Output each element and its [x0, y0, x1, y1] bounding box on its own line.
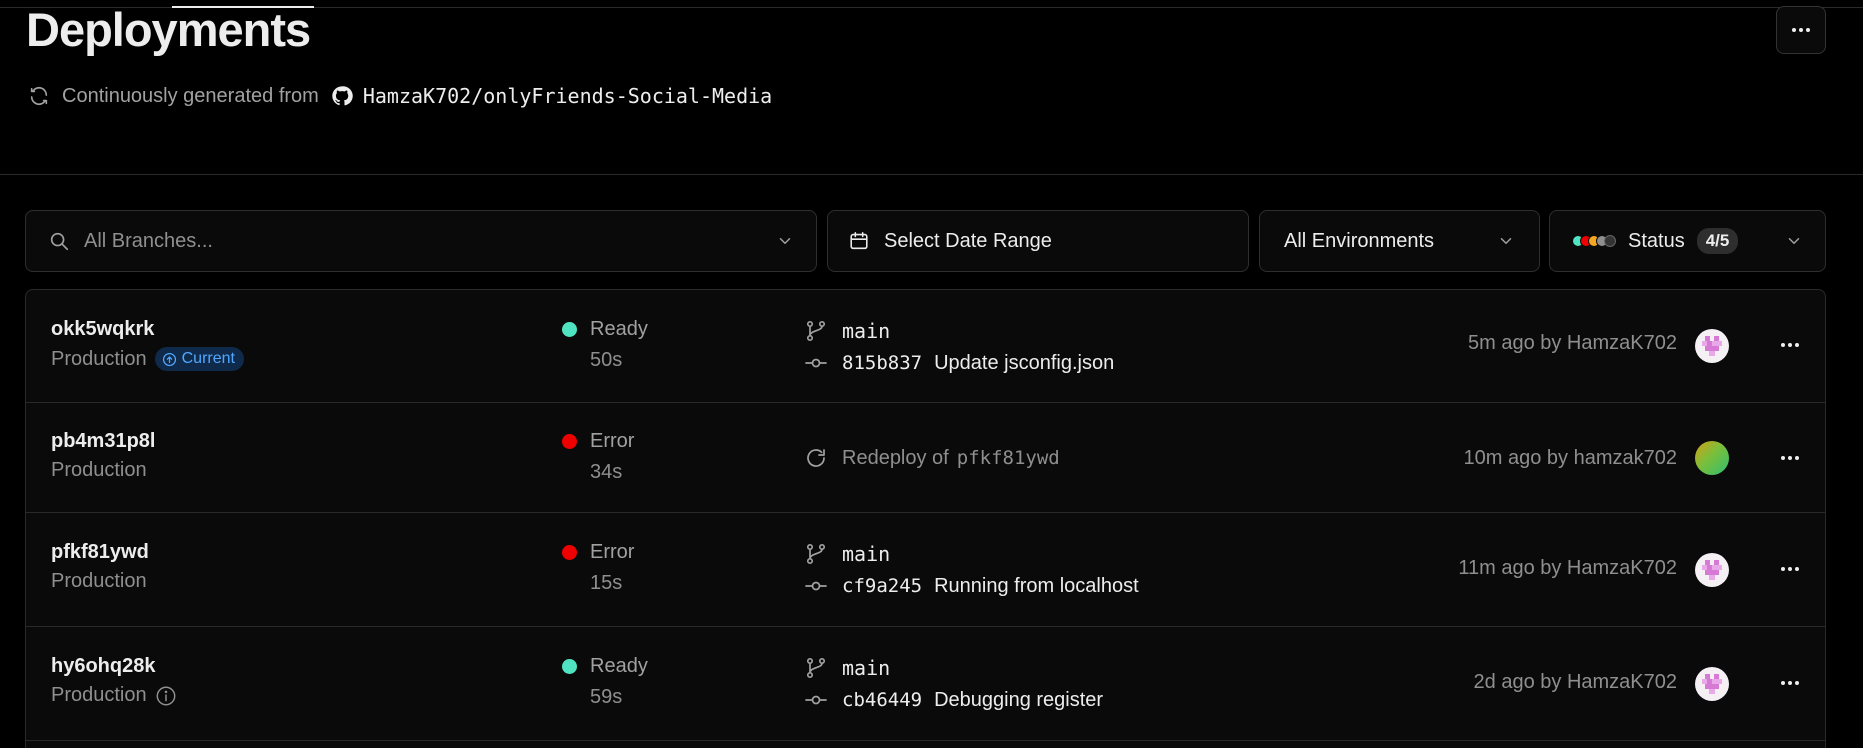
git-commit-icon — [805, 358, 827, 368]
branch-filter-input[interactable]: All Branches... — [25, 210, 817, 272]
deployment-environment: Production — [51, 684, 177, 707]
commit-sha: cf9a245 — [842, 575, 923, 597]
environment-select-label: All Environments — [1284, 229, 1435, 252]
status-label: Ready — [590, 318, 648, 340]
status-color-dots — [1572, 235, 1616, 247]
commit-line[interactable]: 815b837 Update jsconfig.json — [804, 348, 1114, 378]
github-icon — [332, 86, 353, 106]
git-branch-icon — [806, 543, 826, 565]
deployment-row[interactable]: pfkf81ywd Production Error 15s main cf9a… — [26, 513, 1825, 627]
deployment-environment: Production — [51, 459, 155, 482]
deployment-status: Error — [562, 430, 634, 453]
info-icon[interactable] — [155, 685, 177, 707]
deployment-row[interactable]: pb4m31p8l Production Error 34s Redeploy … — [26, 403, 1825, 513]
status-filter[interactable]: Status 4/5 — [1549, 210, 1826, 272]
more-icon — [1792, 28, 1810, 32]
deployment-id[interactable]: pfkf81ywd — [51, 541, 149, 564]
row-more-icon[interactable] — [1781, 456, 1799, 460]
deployment-duration: 15s — [590, 572, 623, 594]
deployments-table: okk5wqkrk Production Current Ready 50s m… — [25, 289, 1826, 748]
branch-name: main — [842, 656, 891, 680]
environment-label: Production — [51, 347, 147, 370]
deployment-meta: 11m ago by HamzaK702 — [1458, 557, 1677, 579]
branch-line[interactable]: main — [804, 653, 1103, 683]
commit-line[interactable]: cf9a245 Running from localhost — [804, 571, 1139, 601]
row-more-icon[interactable] — [1781, 681, 1799, 685]
source-prefix: Continuously generated from — [62, 84, 319, 107]
deployment-status: Ready — [562, 655, 648, 678]
deployment-environment: Production — [51, 570, 149, 593]
deployment-id[interactable]: okk5wqkrk — [51, 318, 244, 341]
status-label: Error — [590, 430, 635, 452]
git-branch-icon — [806, 320, 826, 342]
redeploy-source-id[interactable]: pfkf81ywd — [957, 447, 1060, 469]
row-more-icon[interactable] — [1781, 343, 1799, 347]
environment-label: Production — [51, 570, 147, 592]
commit-line[interactable]: cb46449 Debugging register — [804, 685, 1103, 715]
source-info: Continuously generated from HamzaK702/on… — [28, 84, 772, 108]
deployment-environment: Production Current — [51, 347, 244, 371]
redeploy-line[interactable]: Redeploy of pfkf81ywd — [804, 443, 1060, 473]
date-range-button[interactable]: Select Date Range — [827, 210, 1249, 272]
deployment-row[interactable]: hy6ohq28k Production Ready 59s main cb46… — [26, 627, 1825, 741]
page-more-button[interactable] — [1776, 6, 1826, 54]
deployment-duration: 59s — [590, 686, 623, 708]
deployment-duration: 50s — [590, 349, 623, 371]
calendar-icon — [850, 231, 868, 250]
branch-line[interactable]: main — [804, 316, 1114, 346]
deployment-meta: 10m ago by hamzak702 — [1463, 447, 1677, 469]
deployment-row[interactable]: okk5wqkrk Production Current Ready 50s m… — [26, 290, 1825, 403]
commit-message: Debugging register — [934, 688, 1104, 711]
status-dot — [562, 659, 577, 674]
status-dot — [562, 322, 577, 337]
branch-line[interactable]: main — [804, 539, 1139, 569]
status-label: Error — [590, 541, 635, 563]
commit-sha: 815b837 — [842, 352, 923, 374]
branch-filter-placeholder: All Branches... — [84, 229, 213, 252]
status-filter-label: Status — [1628, 229, 1685, 252]
deployment-status: Error — [562, 541, 634, 564]
branch-name: main — [842, 319, 891, 343]
avatar — [1695, 441, 1729, 475]
deployment-id[interactable]: hy6ohq28k — [51, 655, 177, 678]
avatar — [1695, 667, 1729, 701]
arrow-up-circle-icon — [162, 352, 176, 366]
refresh-icon — [30, 87, 48, 105]
deployment-id[interactable]: pb4m31p8l — [51, 430, 155, 453]
current-badge: Current — [154, 347, 244, 371]
current-badge-label: Current — [181, 350, 235, 367]
repo-link[interactable]: HamzaK702/onlyFriends-Social-Media — [331, 84, 772, 108]
status-dot — [562, 545, 577, 560]
git-branch-icon — [806, 657, 826, 679]
status-count-badge: 4/5 — [1696, 228, 1739, 254]
branch-name: main — [842, 542, 891, 566]
search-icon — [50, 232, 69, 251]
commit-sha: cb46449 — [842, 689, 923, 711]
deployment-status: Ready — [562, 318, 648, 341]
page-title: Deployments — [26, 3, 311, 56]
git-commit-icon — [805, 695, 827, 705]
commit-message: Running from localhost — [934, 574, 1139, 597]
redeploy-icon — [807, 449, 825, 467]
redeploy-prefix: Redeploy of — [842, 446, 949, 469]
chevron-down-icon — [1788, 238, 1800, 244]
row-more-icon[interactable] — [1781, 567, 1799, 571]
environment-select[interactable]: All Environments — [1259, 210, 1540, 272]
environment-label: Production — [51, 459, 147, 481]
deployment-meta: 5m ago by HamzaK702 — [1467, 332, 1677, 354]
environment-label: Production — [51, 684, 147, 706]
status-dot — [562, 434, 577, 449]
chevron-down-icon — [1500, 238, 1512, 244]
avatar — [1695, 329, 1729, 363]
chevron-down-icon — [779, 238, 791, 244]
status-label: Ready — [590, 655, 648, 677]
date-range-label: Select Date Range — [884, 229, 1052, 252]
commit-message: Update jsconfig.json — [934, 351, 1115, 374]
deployment-meta: 2d ago by HamzaK702 — [1473, 671, 1677, 693]
deployment-duration: 34s — [590, 461, 623, 483]
git-commit-icon — [805, 581, 827, 591]
section-divider — [0, 174, 1863, 175]
avatar — [1695, 553, 1729, 587]
repo-name: HamzaK702/onlyFriends-Social-Media — [362, 84, 773, 108]
